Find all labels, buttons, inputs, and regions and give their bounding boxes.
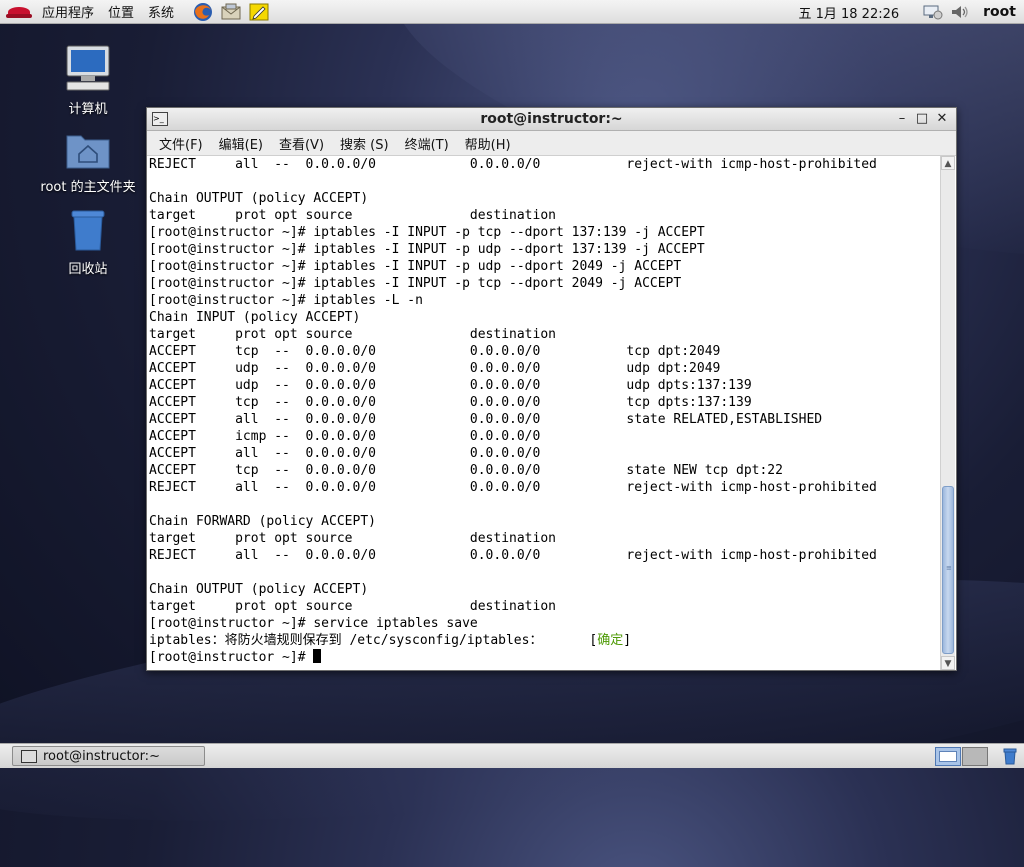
terminal-line: REJECT all -- 0.0.0.0/0 0.0.0.0/0 reject… bbox=[149, 548, 877, 563]
vertical-scrollbar[interactable]: ▲ ≡ ▼ bbox=[940, 156, 955, 670]
terminal-line: Chain FORWARD (policy ACCEPT) bbox=[149, 514, 376, 529]
desktop-icon-computer[interactable]: 计算机 bbox=[38, 44, 138, 117]
terminal-line: ACCEPT tcp -- 0.0.0.0/0 0.0.0.0/0 tcp dp… bbox=[149, 344, 721, 359]
menu-file[interactable]: 文件(F) bbox=[155, 134, 207, 153]
maximize-button[interactable]: □ bbox=[912, 110, 932, 128]
scroll-up-arrow-icon[interactable]: ▲ bbox=[941, 156, 955, 170]
menu-applications[interactable]: 应用程序 bbox=[38, 2, 98, 21]
minimize-button[interactable]: – bbox=[892, 110, 912, 128]
user-menu[interactable]: root bbox=[983, 4, 1016, 20]
window-titlebar[interactable]: >_ root@instructor:~ – □ ✕ bbox=[147, 108, 956, 131]
window-title: root@instructor:~ bbox=[480, 111, 623, 127]
redhat-logo-icon[interactable] bbox=[6, 2, 32, 22]
desktop-icon-label: 回收站 bbox=[68, 262, 108, 277]
text-editor-icon[interactable] bbox=[248, 2, 270, 22]
terminal-line: Chain OUTPUT (policy ACCEPT) bbox=[149, 191, 369, 206]
desktop-icon-trash[interactable]: 回收站 bbox=[38, 208, 138, 277]
window-menubar: 文件(F) 编辑(E) 查看(V) 搜索 (S) 终端(T) 帮助(H) bbox=[147, 131, 956, 156]
scrollbar-thumb[interactable]: ≡ bbox=[942, 486, 954, 654]
workspace-2[interactable] bbox=[962, 747, 988, 766]
terminal-line: ACCEPT tcp -- 0.0.0.0/0 0.0.0.0/0 tcp dp… bbox=[149, 395, 752, 410]
desktop-icon-label: 计算机 bbox=[68, 102, 108, 117]
terminal-output[interactable]: REJECT all -- 0.0.0.0/0 0.0.0.0/0 reject… bbox=[148, 156, 941, 670]
terminal-icon bbox=[21, 749, 37, 763]
menu-view[interactable]: 查看(V) bbox=[275, 134, 328, 153]
terminal-line: [root@instructor ~]# iptables -I INPUT -… bbox=[149, 225, 705, 240]
terminal-line: ACCEPT udp -- 0.0.0.0/0 0.0.0.0/0 udp dp… bbox=[149, 361, 721, 376]
terminal-line: target prot opt source destination bbox=[149, 531, 556, 546]
terminal-line: ACCEPT icmp -- 0.0.0.0/0 0.0.0.0/0 bbox=[149, 429, 541, 444]
clock[interactable]: 五 1月 18 22:26 bbox=[798, 3, 899, 22]
mail-client-icon[interactable] bbox=[220, 2, 242, 22]
terminal-window: >_ root@instructor:~ – □ ✕ 文件(F) 编辑(E) 查… bbox=[146, 107, 957, 671]
taskbar-item-label: root@instructor:~ bbox=[43, 748, 160, 764]
terminal-line: Chain INPUT (policy ACCEPT) bbox=[149, 310, 361, 325]
terminal-text: REJECT all -- 0.0.0.0/0 0.0.0.0/0 reject… bbox=[148, 156, 941, 632]
menu-system[interactable]: 系统 bbox=[144, 2, 178, 21]
terminal-line: [root@instructor ~]# service iptables sa… bbox=[149, 616, 478, 631]
terminal-line: REJECT all -- 0.0.0.0/0 0.0.0.0/0 reject… bbox=[149, 157, 877, 172]
taskbar-item-terminal[interactable]: root@instructor:~ bbox=[12, 746, 205, 766]
terminal-line: [root@instructor ~]# iptables -I INPUT -… bbox=[149, 259, 682, 274]
menu-terminal[interactable]: 终端(T) bbox=[401, 134, 453, 153]
trash-icon bbox=[38, 208, 138, 256]
home-folder-icon bbox=[38, 130, 138, 174]
top-panel: 应用程序 位置 系统 五 1月 18 22:26 root bbox=[0, 0, 1024, 24]
menu-edit[interactable]: 编辑(E) bbox=[215, 134, 267, 153]
terminal-line: [root@instructor ~]# iptables -L -n bbox=[149, 293, 423, 308]
menu-help[interactable]: 帮助(H) bbox=[461, 134, 515, 153]
desktop-icon-home[interactable]: root 的主文件夹 bbox=[38, 130, 138, 195]
terminal-line: Chain OUTPUT (policy ACCEPT) bbox=[149, 582, 369, 597]
save-status-ok: 确定 bbox=[597, 633, 624, 648]
terminal-icon[interactable]: >_ bbox=[152, 112, 168, 126]
terminal-line: [root@instructor ~]# iptables -I INPUT -… bbox=[149, 242, 705, 257]
computer-icon bbox=[38, 44, 138, 96]
terminal-line: ACCEPT udp -- 0.0.0.0/0 0.0.0.0/0 udp dp… bbox=[149, 378, 752, 393]
network-icon[interactable] bbox=[921, 3, 943, 21]
volume-icon[interactable] bbox=[949, 3, 971, 21]
terminal-line: target prot opt source destination bbox=[149, 208, 556, 223]
save-output-suffix: ] bbox=[623, 633, 632, 648]
terminal-line: ACCEPT tcp -- 0.0.0.0/0 0.0.0.0/0 state … bbox=[149, 463, 783, 478]
menu-places[interactable]: 位置 bbox=[104, 2, 138, 21]
terminal-line: REJECT all -- 0.0.0.0/0 0.0.0.0/0 reject… bbox=[149, 480, 877, 495]
terminal-line: [root@instructor ~]# iptables -I INPUT -… bbox=[149, 276, 682, 291]
trash-applet-icon[interactable] bbox=[1002, 748, 1018, 765]
firefox-icon[interactable] bbox=[192, 2, 214, 22]
shell-prompt: [root@instructor ~]# bbox=[149, 650, 314, 665]
terminal-line: ACCEPT all -- 0.0.0.0/0 0.0.0.0/0 bbox=[149, 446, 541, 461]
terminal-line: target prot opt source destination bbox=[149, 599, 556, 614]
bottom-panel: root@instructor:~ bbox=[0, 743, 1024, 768]
terminal-line: target prot opt source destination bbox=[149, 327, 556, 342]
close-button[interactable]: ✕ bbox=[932, 110, 952, 128]
save-output-prefix: iptables：将防火墙规则保存到 /etc/sysconfig/iptabl… bbox=[149, 633, 598, 648]
terminal-line: ACCEPT all -- 0.0.0.0/0 0.0.0.0/0 state … bbox=[149, 412, 823, 427]
menu-search[interactable]: 搜索 (S) bbox=[336, 134, 393, 153]
text-cursor bbox=[313, 649, 322, 663]
scroll-down-arrow-icon[interactable]: ▼ bbox=[941, 656, 955, 670]
desktop-icon-label: root 的主文件夹 bbox=[40, 180, 136, 195]
workspace-1[interactable] bbox=[935, 747, 961, 766]
